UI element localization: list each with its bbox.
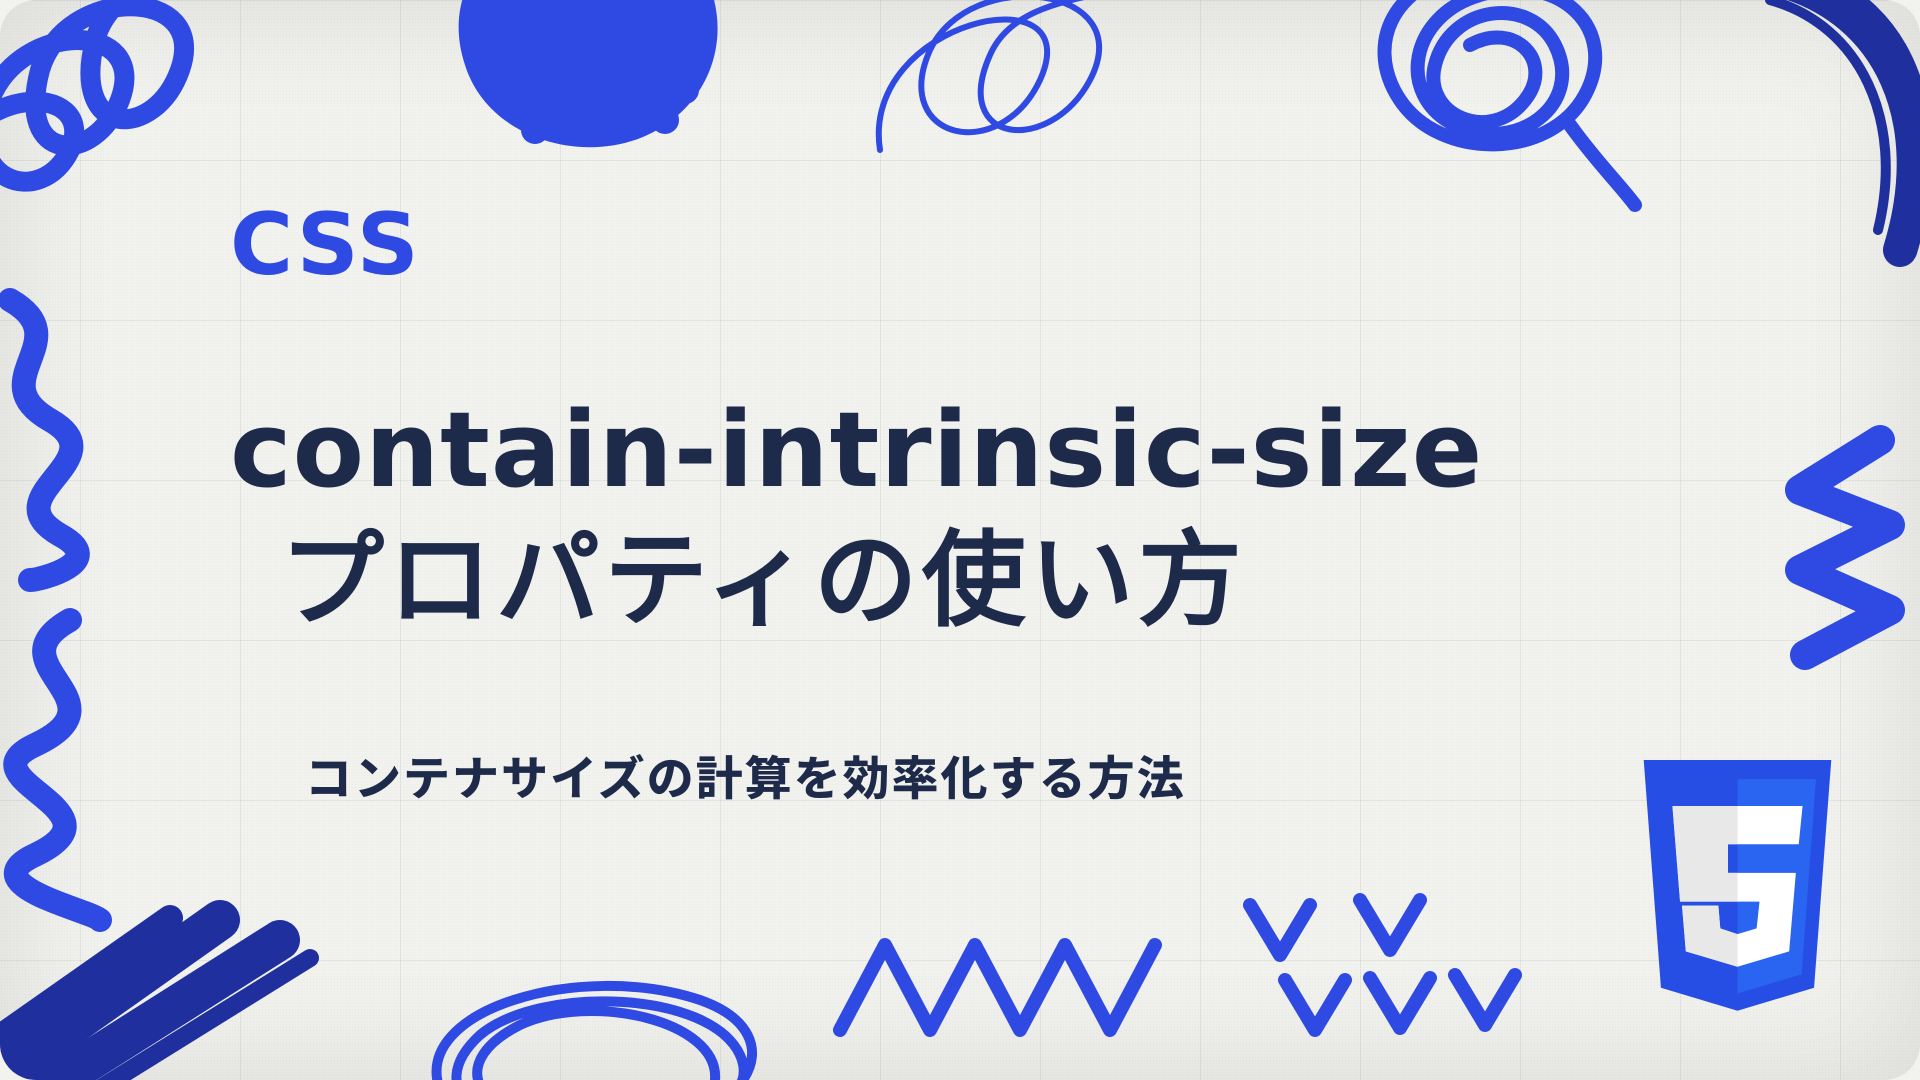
doodle-loops-top-left — [0, 0, 280, 210]
doodle-v-cluster — [1230, 890, 1550, 1060]
doodle-scribble-oval — [400, 940, 780, 1080]
subtitle: コンテナサイズの計算を効率化する方法 — [305, 740, 1800, 809]
kicker-label: CSS — [230, 195, 1800, 295]
doodle-zigzag-bottom — [830, 920, 1190, 1060]
doodle-spiral-thin — [840, 0, 1200, 180]
title-line-2: プロパティの使い方 — [230, 515, 1800, 645]
title-line-1: contain-intrinsic-size — [230, 385, 1800, 515]
page-title: contain-intrinsic-size プロパティの使い方 — [230, 385, 1800, 645]
doodle-scribble-ball — [1340, 0, 1640, 210]
css3-shield-icon — [1615, 760, 1860, 1035]
doodle-crayon-wedge — [0, 880, 330, 1080]
doodle-wobble-left-1 — [0, 300, 120, 580]
doodle-wobble-left-2 — [0, 620, 140, 920]
doodle-blob-top — [430, 0, 750, 180]
